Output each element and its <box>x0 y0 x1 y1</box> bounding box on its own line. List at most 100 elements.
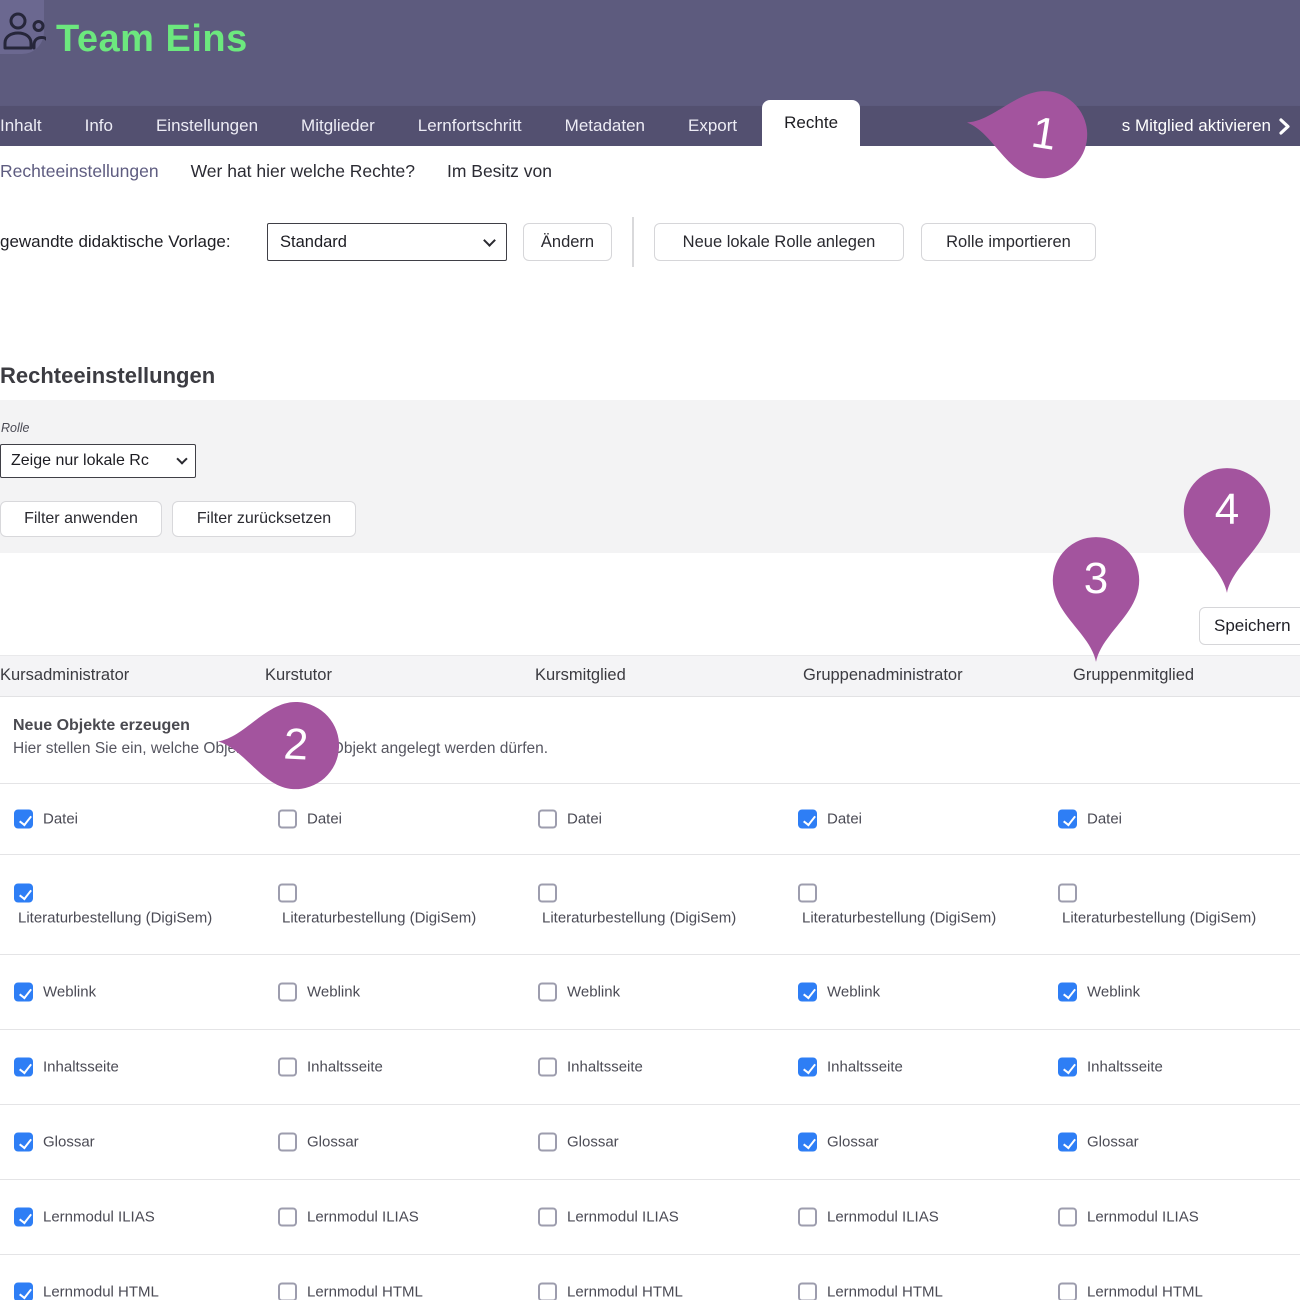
checkbox-weblink-kursadministrator[interactable] <box>14 983 33 1002</box>
create-objects-description: Hier stellen Sie ein, welche Objekte in … <box>13 740 1300 758</box>
checkbox-lernmodul-html-gruppenmitglied[interactable] <box>1058 1283 1077 1300</box>
role-filter-select[interactable]: Zeige nur lokale Rc <box>0 444 196 478</box>
tab-rechte[interactable]: Rechte <box>762 100 860 146</box>
checkbox-label: Literaturbestellung (DigiSem) <box>542 909 736 926</box>
checkbox-datei-gruppenadministrator[interactable] <box>798 810 817 829</box>
checkbox-label: Literaturbestellung (DigiSem) <box>282 909 476 926</box>
checkbox-glossar-gruppenmitglied[interactable] <box>1058 1133 1077 1152</box>
checkbox-label: Glossar <box>307 1134 359 1151</box>
checkbox-label: Datei <box>827 811 862 828</box>
new-local-role-button[interactable]: Neue lokale Rolle anlegen <box>654 223 904 261</box>
import-role-button[interactable]: Rolle importieren <box>921 223 1096 261</box>
checkbox-label: Datei <box>1087 811 1122 828</box>
checkbox-label: Glossar <box>567 1134 619 1151</box>
checkbox-lernmodul-html-kursadministrator[interactable] <box>14 1283 33 1300</box>
tab-lernfortschritt[interactable]: Lernfortschritt <box>418 116 522 136</box>
filter-reset-button[interactable]: Filter zurücksetzen <box>172 501 356 537</box>
tab-mitglieder[interactable]: Mitglieder <box>301 116 375 136</box>
top-header: Team Eins Inhalt Info Einstellungen Mitg… <box>0 0 1300 146</box>
checkbox-lernmodul-ilias-kurstutor[interactable] <box>278 1208 297 1227</box>
checkbox-literaturbestellung-kursadministrator[interactable] <box>14 883 33 902</box>
checkbox-label: Lernmodul ILIAS <box>567 1209 679 1226</box>
didactic-template-bar: gewandte didaktische Vorlage: Standard Ä… <box>0 222 1300 262</box>
checkbox-lernmodul-html-kurstutor[interactable] <box>278 1283 297 1300</box>
checkbox-label: Lernmodul HTML <box>827 1284 943 1300</box>
subtab-bar: Rechteeinstellungen Wer hat hier welche … <box>0 146 1300 196</box>
checkbox-weblink-gruppenadministrator[interactable] <box>798 983 817 1002</box>
checkbox-datei-kurstutor[interactable] <box>278 810 297 829</box>
checkbox-lernmodul-ilias-gruppenmitglied[interactable] <box>1058 1208 1077 1227</box>
checkbox-label: Weblink <box>43 984 96 1001</box>
subtab-wer-hat-rechte[interactable]: Wer hat hier welche Rechte? <box>191 161 415 182</box>
column-kursadministrator: Kursadministrator <box>0 666 129 685</box>
checkbox-datei-gruppenmitglied[interactable] <box>1058 810 1077 829</box>
checkbox-literaturbestellung-gruppenmitglied[interactable] <box>1058 883 1077 902</box>
nav-overflow-label: s Mitglied aktivieren <box>1122 116 1271 136</box>
table-row-weblink: Weblink Weblink Weblink Weblink Weblink <box>0 955 1300 1030</box>
annotation-pin-2: 2 <box>215 693 346 796</box>
tab-bar: Inhalt Info Einstellungen Mitglieder Ler… <box>0 106 1300 146</box>
checkbox-label: Inhaltsseite <box>827 1059 903 1076</box>
checkbox-label: Inhaltsseite <box>307 1059 383 1076</box>
didactic-template-select[interactable]: Standard <box>267 223 507 261</box>
checkbox-lernmodul-ilias-kursmitglied[interactable] <box>538 1208 557 1227</box>
checkbox-literaturbestellung-kurstutor[interactable] <box>278 883 297 902</box>
checkbox-weblink-kursmitglied[interactable] <box>538 983 557 1002</box>
checkbox-datei-kursmitglied[interactable] <box>538 810 557 829</box>
tab-export[interactable]: Export <box>688 116 737 136</box>
permissions-table: Kursadministrator Kurstutor Kursmitglied… <box>0 655 1300 1300</box>
didactic-template-label: gewandte didaktische Vorlage: <box>0 232 267 252</box>
checkbox-lernmodul-html-kursmitglied[interactable] <box>538 1283 557 1300</box>
checkbox-literaturbestellung-gruppenadministrator[interactable] <box>798 883 817 902</box>
role-filter-label: Rolle <box>1 421 30 435</box>
checkbox-inhaltsseite-kursadministrator[interactable] <box>14 1058 33 1077</box>
create-objects-title: Neue Objekte erzeugen <box>13 717 1300 735</box>
checkbox-glossar-gruppenadministrator[interactable] <box>798 1133 817 1152</box>
checkbox-label: Glossar <box>827 1134 879 1151</box>
group-icon[interactable] <box>0 0 44 54</box>
page-title: Team Eins <box>56 18 248 61</box>
checkbox-lernmodul-ilias-gruppenadministrator[interactable] <box>798 1208 817 1227</box>
checkbox-label: Glossar <box>43 1134 95 1151</box>
nav-overflow-item[interactable]: s Mitglied aktivieren <box>1122 116 1300 136</box>
table-row-inhaltsseite: Inhaltsseite Inhaltsseite Inhaltsseite I… <box>0 1030 1300 1105</box>
checkbox-weblink-kurstutor[interactable] <box>278 983 297 1002</box>
checkbox-datei-kursadministrator[interactable] <box>14 810 33 829</box>
checkbox-label: Literaturbestellung (DigiSem) <box>18 909 212 926</box>
checkbox-label: Weblink <box>567 984 620 1001</box>
column-gruppenmitglied: Gruppenmitglied <box>1073 666 1194 685</box>
checkbox-weblink-gruppenmitglied[interactable] <box>1058 983 1077 1002</box>
annotation-number: 3 <box>1074 557 1118 601</box>
tab-metadaten[interactable]: Metadaten <box>565 116 645 136</box>
people-icon <box>2 12 46 52</box>
checkbox-literaturbestellung-kursmitglied[interactable] <box>538 883 557 902</box>
checkbox-lernmodul-ilias-kursadministrator[interactable] <box>14 1208 33 1227</box>
checkbox-label: Glossar <box>1087 1134 1139 1151</box>
checkbox-inhaltsseite-kursmitglied[interactable] <box>538 1058 557 1077</box>
checkbox-inhaltsseite-kurstutor[interactable] <box>278 1058 297 1077</box>
checkbox-label: Weblink <box>307 984 360 1001</box>
checkbox-lernmodul-html-gruppenadministrator[interactable] <box>798 1283 817 1300</box>
checkbox-label: Inhaltsseite <box>43 1059 119 1076</box>
annotation-pin-1: 1 <box>959 75 1099 191</box>
checkbox-inhaltsseite-gruppenmitglied[interactable] <box>1058 1058 1077 1077</box>
checkbox-inhaltsseite-gruppenadministrator[interactable] <box>798 1058 817 1077</box>
save-button[interactable]: Speichern <box>1199 607 1300 645</box>
checkbox-glossar-kurstutor[interactable] <box>278 1133 297 1152</box>
section-title: Rechteeinstellungen <box>0 363 215 389</box>
tab-einstellungen[interactable]: Einstellungen <box>156 116 258 136</box>
filter-apply-button[interactable]: Filter anwenden <box>0 501 162 537</box>
checkbox-label: Lernmodul HTML <box>567 1284 683 1300</box>
tab-info[interactable]: Info <box>85 116 113 136</box>
checkbox-glossar-kursmitglied[interactable] <box>538 1133 557 1152</box>
checkbox-label: Lernmodul HTML <box>43 1284 159 1300</box>
role-filter-select-value: Zeige nur lokale Rc <box>11 452 149 470</box>
table-row-lernmodul-ilias: Lernmodul ILIAS Lernmodul ILIAS Lernmodu… <box>0 1180 1300 1255</box>
checkbox-glossar-kursadministrator[interactable] <box>14 1133 33 1152</box>
page: Team Eins Inhalt Info Einstellungen Mitg… <box>0 0 1300 1300</box>
checkbox-label: Weblink <box>827 984 880 1001</box>
change-button[interactable]: Ändern <box>523 223 612 261</box>
subtab-im-besitz-von[interactable]: Im Besitz von <box>447 161 552 182</box>
subtab-rechteeinstellungen[interactable]: Rechteeinstellungen <box>0 161 159 182</box>
tab-inhalt[interactable]: Inhalt <box>0 116 42 136</box>
